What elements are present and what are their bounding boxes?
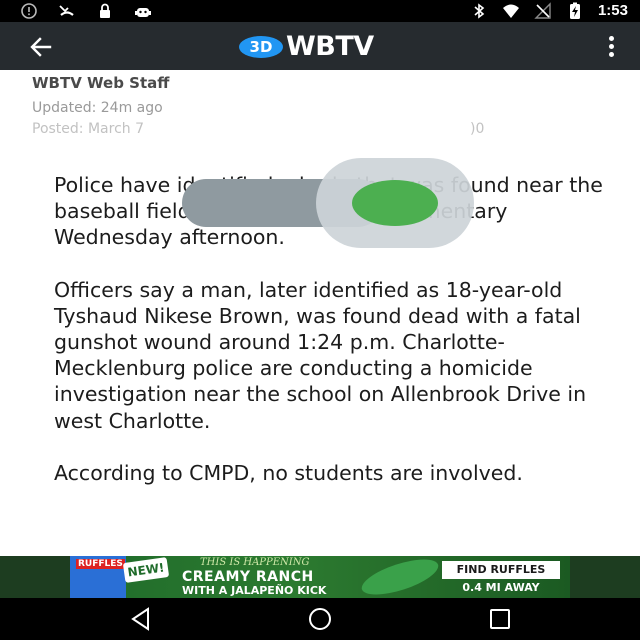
missed-call-icon xyxy=(59,5,74,16)
bluetooth-icon xyxy=(474,3,485,19)
article-paragraph: Officers say a man, later identified as … xyxy=(54,277,587,433)
status-bar-right: 1:53 xyxy=(470,1,628,21)
status-time: 1:53 xyxy=(597,2,628,19)
wifi-icon xyxy=(502,4,519,18)
article-updated: Updated: 24m ago xyxy=(32,100,163,116)
logo-3d-text: 3D xyxy=(250,38,273,56)
ad-brand: RUFFLES xyxy=(76,559,125,569)
article-posted: Posted: March 7 xyxy=(32,121,144,137)
back-arrow-icon[interactable] xyxy=(28,34,54,60)
no-signal-icon xyxy=(534,2,551,19)
toggle-switch[interactable] xyxy=(182,158,474,248)
ad-distance: 0.4 MI AWAY xyxy=(462,581,540,594)
ad-creative[interactable]: RUFFLES NEW! THIS IS HAPPENING CREAMY RA… xyxy=(70,556,570,598)
ad-headline: CREAMY RANCH xyxy=(182,569,314,585)
article-byline: WBTV Web Staff xyxy=(32,74,170,92)
back-triangle-icon[interactable] xyxy=(128,606,154,632)
status-bar-left xyxy=(20,2,152,20)
ad-tagline: THIS IS HAPPENING xyxy=(200,557,310,568)
article-posted-tail: )0 xyxy=(470,121,485,137)
ad-banner[interactable]: RUFFLES NEW! THIS IS HAPPENING CREAMY RA… xyxy=(0,556,640,598)
battery-charging-icon xyxy=(569,2,580,19)
toggle-knob[interactable] xyxy=(352,180,438,226)
ad-new-badge: NEW! xyxy=(122,557,170,583)
recents-square-icon[interactable] xyxy=(487,606,513,632)
wbtv-logo: 3D WBTV xyxy=(238,33,374,61)
lock-icon xyxy=(100,3,110,18)
android-icon xyxy=(135,8,151,17)
home-circle-icon[interactable] xyxy=(307,606,333,632)
phone-screen: 1:53 3D WBTV WBTV Web Staff Updated: 24m… xyxy=(0,0,640,640)
more-vert-icon[interactable] xyxy=(606,36,616,58)
jalapeno-image xyxy=(357,556,443,598)
logo-3d-mark: 3D xyxy=(239,36,283,58)
navigation-bar xyxy=(0,598,640,640)
ruffles-bag-image: RUFFLES xyxy=(70,556,126,598)
app-bar: 3D WBTV xyxy=(0,22,640,70)
status-bar: 1:53 xyxy=(0,0,640,22)
ad-cta-button[interactable]: FIND RUFFLES xyxy=(442,561,560,579)
info-icon xyxy=(21,3,37,19)
article-content[interactable]: WBTV Web Staff Updated: 24m ago Posted: … xyxy=(0,70,640,556)
logo-text: WBTV xyxy=(286,31,374,62)
ad-subline: WITH A JALAPEÑO KICK xyxy=(182,584,327,597)
article-paragraph: According to CMPD, no students are invol… xyxy=(54,460,523,485)
